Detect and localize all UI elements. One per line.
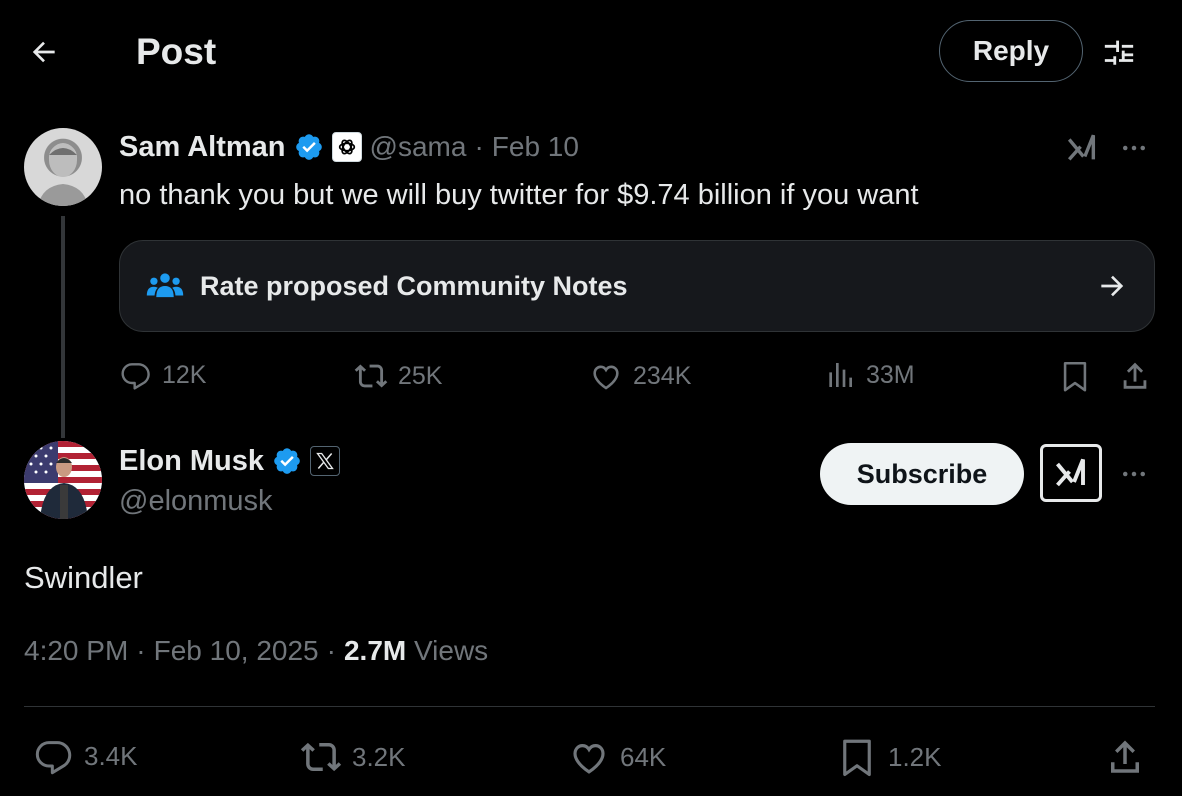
views-count: 33M — [866, 360, 915, 389]
like-count: 64K — [620, 741, 667, 772]
bookmark-action[interactable]: 1.2K — [836, 736, 942, 778]
repost-count: 25K — [398, 361, 443, 390]
grok-button[interactable] — [1062, 128, 1102, 168]
analytics-icon — [829, 363, 852, 387]
reply-button[interactable]: Reply — [939, 20, 1083, 82]
separator-dot: · — [474, 131, 484, 162]
views-count: 2.7M — [343, 635, 407, 666]
sliders-icon — [1104, 40, 1134, 65]
grok-icon — [1056, 458, 1085, 487]
reply-action[interactable]: 12K — [120, 359, 206, 391]
main-post-text: Swindler — [24, 560, 143, 595]
parent-post-text: no thank you but we will buy twitter for… — [119, 179, 919, 211]
author-name[interactable]: Sam Altman — [119, 130, 286, 164]
grok-button[interactable] — [1040, 444, 1102, 502]
avatar-sama[interactable] — [24, 128, 102, 206]
separator-dot: · — [136, 635, 146, 666]
bookmark-count: 1.2K — [888, 741, 942, 772]
arrow-right-icon — [1101, 275, 1124, 297]
share-icon — [1123, 362, 1147, 389]
reply-count: 3.4K — [84, 740, 138, 771]
more-horizontal-icon — [1123, 471, 1145, 477]
back-button[interactable] — [22, 30, 66, 74]
like-count: 234K — [633, 361, 692, 390]
reply-count: 12K — [162, 360, 207, 389]
views-label: Views — [414, 635, 489, 666]
community-notes-icon — [146, 273, 184, 298]
more-options-button[interactable] — [1114, 128, 1154, 168]
more-horizontal-icon — [1123, 145, 1145, 151]
community-notes-banner[interactable]: Rate proposed Community Notes — [119, 240, 1155, 332]
heart-icon — [573, 744, 605, 774]
share-icon — [1111, 740, 1139, 773]
share-action[interactable] — [1104, 736, 1146, 778]
post-time[interactable]: 4:20 PM — [24, 635, 128, 667]
post-date[interactable]: Feb 10 — [492, 131, 579, 163]
post-metadata: 4:20 PM · Feb 10, 2025 · 2.7M Views — [24, 635, 488, 667]
grok-icon — [1067, 134, 1096, 161]
author-handle[interactable]: @sama — [370, 131, 467, 163]
arrow-left-icon — [32, 41, 55, 63]
like-action[interactable]: 234K — [589, 359, 691, 393]
main-author-line: Elon Musk — [119, 444, 341, 478]
parent-author-line: Sam Altman @sama · Feb 10 — [119, 130, 579, 164]
verified-badge-icon — [295, 134, 322, 160]
bookmark-action[interactable] — [1058, 359, 1092, 393]
views-info[interactable]: 2.7M Views — [344, 635, 488, 667]
heart-icon — [593, 365, 619, 390]
community-notes-label: Rate proposed Community Notes — [200, 270, 628, 301]
avatar-elonmusk[interactable] — [24, 441, 102, 519]
x-affiliation-icon[interactable] — [310, 446, 341, 476]
repost-icon — [300, 742, 342, 772]
more-options-button[interactable] — [1114, 454, 1154, 494]
verified-badge-icon — [274, 448, 300, 474]
reply-icon — [35, 741, 72, 775]
repost-action[interactable]: 3.2K — [300, 736, 406, 778]
author-name[interactable]: Elon Musk — [119, 444, 264, 478]
bookmark-icon — [1063, 361, 1087, 392]
page-title: Post — [136, 31, 217, 72]
repost-icon — [354, 364, 388, 388]
views-action[interactable]: 33M — [824, 359, 915, 391]
share-action[interactable] — [1118, 359, 1152, 393]
post-date[interactable]: Feb 10, 2025 — [154, 635, 319, 667]
bookmark-icon — [843, 739, 871, 777]
thread-line — [61, 216, 65, 438]
like-action[interactable]: 64K — [568, 736, 666, 778]
repost-count: 3.2K — [352, 741, 406, 772]
subscribe-button[interactable]: Subscribe — [820, 443, 1024, 505]
filter-settings-button[interactable] — [1097, 30, 1141, 74]
divider — [24, 706, 1155, 707]
author-handle[interactable]: @elonmusk — [119, 484, 273, 518]
repost-action[interactable]: 25K — [354, 359, 442, 393]
openai-affiliation-icon[interactable] — [331, 132, 362, 162]
reply-action[interactable]: 3.4K — [34, 736, 138, 776]
separator-dot: · — [326, 635, 336, 666]
reply-icon — [121, 363, 150, 390]
